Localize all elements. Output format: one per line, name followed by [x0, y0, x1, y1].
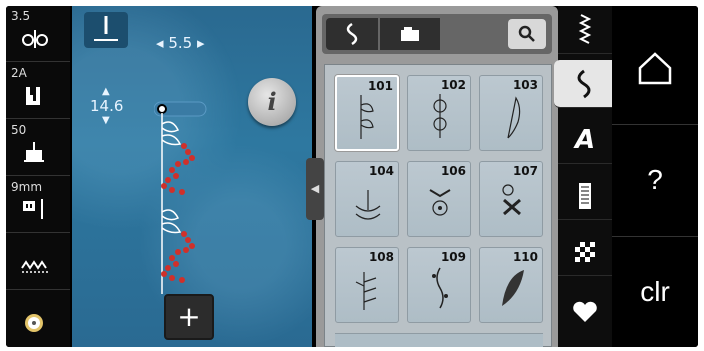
width-decrease-icon[interactable]: ◂ [156, 34, 164, 52]
stitch-preview [154, 101, 207, 294]
feather-stitch-icon [507, 96, 521, 139]
category-quilt-stitches[interactable] [558, 228, 612, 276]
needle-position-button[interactable]: 3.5 [6, 6, 70, 62]
stitch-length-value: 14.6 [90, 97, 124, 115]
folder-icon [401, 27, 419, 41]
presser-foot-icon [26, 87, 40, 105]
swirl-stitch-icon [502, 184, 521, 216]
breadcrumb-decorative-stitches[interactable] [326, 18, 378, 50]
width-increase-icon[interactable]: ▸ [197, 34, 205, 52]
needle-position-value: 3.5 [11, 9, 31, 23]
bobbin-icon [25, 314, 43, 332]
length-increase-icon[interactable]: ▲ [90, 86, 123, 97]
decorative-stitch-icon [346, 22, 358, 46]
stitch-settings-button[interactable] [6, 234, 70, 290]
chevron-left-icon: ◀ [310, 182, 320, 195]
leaf-stitch-icon [360, 95, 374, 139]
tension-value: 50 [11, 123, 27, 137]
machine-screen: 3.5 2A 50 9mm ◂ 5.5 ▸ ▲ 14.6 ▼ i + 101 1… [6, 6, 698, 347]
breadcrumb-folder[interactable] [380, 18, 440, 50]
home-icon [638, 52, 672, 85]
needle-size-button[interactable]: 9mm [6, 177, 70, 233]
category-alphabets[interactable]: A [558, 116, 612, 164]
buttonhole-icon [579, 183, 591, 209]
alphabet-icon: A [574, 125, 596, 155]
vine-stitch-icon [432, 267, 448, 309]
search-icon [518, 25, 535, 42]
flower-stitch-icon [433, 94, 447, 138]
bobbin-button[interactable] [6, 291, 70, 347]
needle-icon [94, 16, 118, 41]
add-stitch-button[interactable]: + [164, 294, 214, 340]
decorative-stitch-icon [577, 69, 591, 99]
needle-plate-icon [23, 199, 43, 219]
category-buttonholes[interactable] [558, 172, 612, 220]
search-button[interactable] [508, 19, 546, 49]
stitch-tile-106[interactable]: 106 [407, 161, 471, 237]
clear-button[interactable]: clr [612, 236, 698, 346]
stitch-tile-104[interactable]: 104 [335, 161, 399, 237]
stitch-tile-107[interactable]: 107 [479, 161, 543, 237]
stitch-tile-103[interactable]: 103 [479, 75, 543, 151]
blossom-stitch-icon [429, 189, 451, 216]
help-button[interactable]: ? [612, 124, 698, 234]
clear-label: clr [640, 276, 670, 307]
presser-foot-value: 2A [11, 66, 27, 80]
stitch-tile-102[interactable]: 102 [407, 75, 471, 151]
help-label: ? [647, 164, 663, 195]
home-button[interactable] [612, 12, 698, 122]
stitch-selection-panel: 101 102 103 104 106 107 108 109 110 [316, 6, 558, 347]
stitch-grid: 101 102 103 104 106 107 108 109 110 [324, 64, 552, 347]
category-rail: A [554, 6, 612, 347]
stitch-width-control[interactable]: ◂ 5.5 ▸ [156, 34, 204, 52]
needle-position-tile[interactable] [84, 12, 128, 48]
status-column: 3.5 2A 50 9mm [6, 6, 70, 347]
tulip-stitch-icon [355, 190, 381, 220]
stitch-edit-area: ◂ 5.5 ▸ ▲ 14.6 ▼ i + [72, 6, 312, 347]
category-decorative-stitches[interactable] [554, 60, 612, 108]
info-button[interactable]: i [248, 78, 296, 126]
category-favorites[interactable] [558, 284, 612, 332]
stitch-tile-110[interactable]: 110 [479, 247, 543, 323]
stitch-length-control[interactable]: ▲ 14.6 ▼ [90, 86, 123, 126]
heart-icon [573, 301, 597, 322]
thread-tension-icon [22, 30, 48, 48]
collapse-panel-tab[interactable]: ◀ [306, 158, 324, 220]
stitch-tile-101[interactable]: 101 [335, 75, 399, 151]
tension-button[interactable]: 50 [6, 120, 70, 176]
needle-size-value: 9mm [11, 180, 43, 194]
satin-leaf-stitch-icon [502, 270, 524, 306]
stitch-tile-109[interactable]: 109 [407, 247, 471, 323]
practical-stitch-icon [578, 14, 592, 44]
length-decrease-icon[interactable]: ▼ [90, 115, 123, 126]
category-practical-stitches[interactable] [558, 6, 612, 54]
stitch-width-value: 5.5 [168, 34, 193, 52]
branch-stitch-icon [355, 272, 377, 310]
function-column: ? clr [612, 6, 698, 347]
feed-dog-icon [24, 142, 44, 162]
presser-foot-button[interactable]: 2A [6, 63, 70, 119]
zigzag-stitch-icon [21, 260, 48, 273]
partial-row [335, 333, 543, 347]
breadcrumb [322, 14, 552, 54]
stitch-tile-108[interactable]: 108 [335, 247, 399, 323]
quilt-icon [575, 242, 595, 262]
